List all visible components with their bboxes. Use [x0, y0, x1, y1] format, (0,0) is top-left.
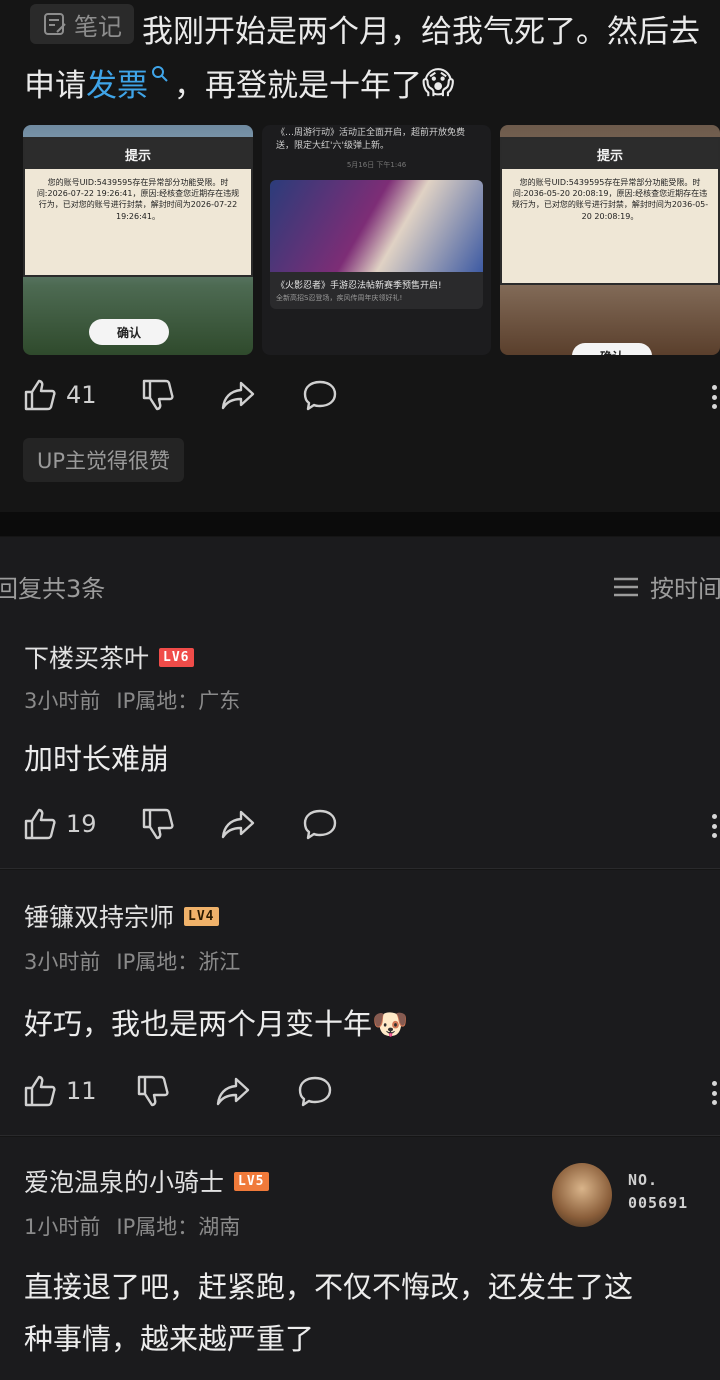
dislike-icon — [137, 1075, 169, 1107]
ban-dialog: 提示 您的账号UID:5439595存在异常部分功能受限。时间:2036-05-… — [500, 137, 720, 285]
more-icon[interactable] — [708, 379, 720, 415]
username: 爱泡温泉的小骑士 — [24, 1168, 225, 1197]
search-icon[interactable] — [150, 64, 170, 84]
dislike-button[interactable] — [135, 1073, 171, 1109]
level-badge: LV5 — [234, 1171, 269, 1191]
comment-meta: 3小时前 IP属地：广东 — [24, 685, 240, 715]
like-icon — [24, 379, 56, 411]
comment-meta: 1小时前 IP属地：湖南 — [24, 1211, 240, 1241]
post-text-suffix: ，再登就是十年了 — [174, 68, 422, 104]
comment-time: 3小时前 — [24, 950, 101, 974]
up-liked-tag: UP主觉得很赞 — [23, 438, 185, 482]
image-thumbnail-2[interactable]: 《…周游行动》活动正全面开启，超前开放免费送，限定大红'六'级弹上新。 5月16… — [262, 125, 491, 355]
section-separator — [0, 512, 720, 536]
dialog-title: 提示 — [25, 139, 251, 169]
comment-divider — [0, 1135, 720, 1136]
comment-icon — [303, 809, 337, 840]
fan-no-value: 005691 — [628, 1193, 689, 1212]
comment-ip: IP属地：浙江 — [116, 950, 241, 974]
share-icon — [221, 381, 255, 410]
invoice-link[interactable]: 发票 — [86, 60, 148, 105]
comment-button[interactable] — [297, 1073, 333, 1109]
comment-button[interactable] — [302, 806, 338, 842]
sort-icon — [614, 577, 638, 596]
note-badge[interactable]: 笔记 — [30, 4, 134, 44]
dislike-icon — [142, 808, 174, 840]
comment-user[interactable]: 下楼买茶叶 LV6 — [24, 639, 194, 675]
comment-user[interactable]: 爱泡温泉的小骑士 LV5 — [24, 1163, 269, 1199]
username: 锤镰双持宗师 — [24, 903, 175, 932]
share-icon — [221, 810, 255, 839]
reply-count: 回复共3条 — [0, 575, 106, 603]
image-thumbnail-1[interactable]: 提示 您的账号UID:5439595存在异常部分功能受限。时间:2026-07-… — [23, 125, 253, 355]
comment-ip: IP属地：湖南 — [116, 1215, 241, 1239]
promo-card: 《火影忍者》手游忍法帖新赛季预售开启! 全新高招S忍登场，疾风传周年庆领好礼! — [270, 180, 483, 310]
promo-subtitle: 全新高招S忍登场，疾风传周年庆领好礼! — [276, 294, 403, 303]
image-thumbnail-3[interactable]: 提示 您的账号UID:5439595存在异常部分功能受限。时间:2036-05-… — [500, 125, 720, 355]
dislike-icon — [142, 379, 174, 411]
comment-text-body: 好巧，我也是两个月变十年 — [24, 1007, 373, 1041]
fan-badge-number: NO. 005691 — [628, 1169, 688, 1214]
share-button[interactable] — [220, 377, 256, 413]
comment-item: 下楼买茶叶 LV6 3小时前 IP属地：广东 加时长难崩 19 — [0, 633, 720, 869]
username: 下楼买茶叶 — [24, 644, 150, 673]
like-count: 41 — [66, 381, 97, 409]
comment-text-line1: 直接退了吧，赶紧跑，不仅不悔改，还发生了这 — [24, 1270, 634, 1304]
message-date: 5月16日 下午1:46 — [346, 161, 407, 170]
dialog-title: 提示 — [502, 139, 718, 169]
image-gallery: 提示 您的账号UID:5439595存在异常部分功能受限。时间:2026-07-… — [0, 125, 720, 355]
comment-divider — [0, 868, 720, 869]
promo-title: 《火影忍者》手游忍法帖新赛季预售开启! — [276, 281, 442, 292]
comment-time: 3小时前 — [24, 689, 101, 713]
notice-text: 《…周游行动》活动正全面开启，超前开放免费送，限定大红'六'级弹上新。 — [276, 128, 466, 151]
dialog-confirm-button: 确认 — [572, 343, 652, 355]
like-button[interactable]: 11 — [22, 1073, 97, 1109]
like-button[interactable]: 41 — [22, 377, 97, 413]
note-icon — [44, 13, 66, 35]
comment-ip: IP属地：广东 — [116, 689, 241, 713]
note-label: 笔记 — [74, 12, 122, 41]
like-count: 11 — [66, 1077, 97, 1105]
comment-text: 加时长难崩 — [24, 742, 170, 776]
comment-meta: 3小时前 IP属地：浙江 — [24, 946, 240, 976]
dislike-button[interactable] — [140, 806, 176, 842]
dislike-button[interactable] — [140, 377, 176, 413]
share-button[interactable] — [220, 806, 256, 842]
post-actions: 41 — [0, 372, 720, 422]
post-text-line2: 申请 发票 ，再登就是十年了 😱 — [24, 60, 454, 105]
comment-item: 锤镰双持宗师 LV4 3小时前 IP属地：浙江 好巧，我也是两个月变十年🐶 11 — [0, 870, 720, 1136]
more-icon[interactable] — [708, 1075, 720, 1111]
sort-label: 按时间 — [650, 575, 720, 603]
fan-badge[interactable]: NO. 005691 — [552, 1163, 712, 1227]
comment-icon — [303, 380, 337, 411]
level-badge: LV4 — [184, 906, 219, 926]
share-button[interactable] — [215, 1073, 251, 1109]
scream-emoji: 😱 — [422, 64, 455, 101]
comment-user[interactable]: 锤镰双持宗师 LV4 — [24, 898, 219, 934]
comment-text: 好巧，我也是两个月变十年🐶 — [24, 1002, 408, 1047]
ban-dialog: 提示 您的账号UID:5439595存在异常部分功能受限。时间:2026-07-… — [23, 137, 253, 277]
dialog-confirm-button: 确认 — [89, 319, 169, 345]
level-badge: LV6 — [159, 647, 194, 667]
comment-icon — [298, 1076, 332, 1107]
fan-badge-avatar — [552, 1163, 612, 1227]
fan-no-label: NO. — [628, 1171, 659, 1189]
like-button[interactable]: 19 — [22, 806, 97, 842]
post-text-prefix: 申请 — [24, 68, 86, 104]
like-icon — [24, 1075, 56, 1107]
share-icon — [216, 1077, 250, 1106]
post-text-line1: 我刚开始是两个月，给我气死了。然后去 — [142, 14, 700, 50]
comment-button[interactable] — [302, 377, 338, 413]
more-icon[interactable] — [708, 808, 720, 844]
comment-time: 1小时前 — [24, 1215, 101, 1239]
dialog-text: 您的账号UID:5439595存在异常部分功能受限。时间:2026-07-22 … — [36, 178, 240, 221]
dialog-text: 您的账号UID:5439595存在异常部分功能受限。时间:2036-05-20 … — [511, 178, 709, 221]
doge-emoji: 🐶 — [372, 1007, 409, 1041]
sort-button[interactable]: 按时间 — [612, 569, 720, 604]
like-icon — [24, 808, 56, 840]
like-count: 19 — [66, 810, 97, 838]
promo-image — [270, 180, 483, 273]
comment-text-line2: 种事情，越来越严重了 — [24, 1322, 315, 1356]
